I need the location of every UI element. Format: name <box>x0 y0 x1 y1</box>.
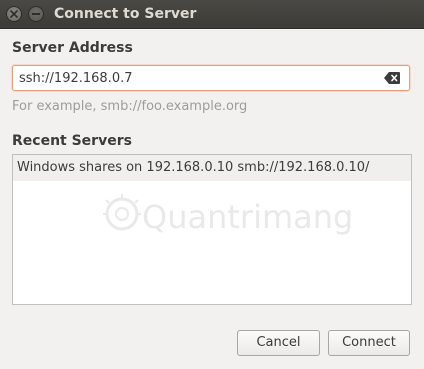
connect-button[interactable]: Connect <box>328 330 410 356</box>
minimize-icon <box>32 13 40 15</box>
server-address-hint: For example, smb://foo.example.org <box>12 99 248 114</box>
server-address-input[interactable] <box>19 69 374 87</box>
minimize-button[interactable] <box>28 6 44 22</box>
window-title: Connect to Server <box>54 6 197 22</box>
close-button[interactable] <box>6 6 22 22</box>
list-item[interactable]: Windows shares on 192.168.0.10 smb://192… <box>13 155 411 181</box>
list-item-label: Windows shares on 192.168.0.10 smb://192… <box>17 160 370 175</box>
server-address-field[interactable] <box>12 65 410 91</box>
watermark: Quantrimang <box>102 192 353 244</box>
watermark-text: Quantrimang <box>142 198 354 236</box>
cancel-button[interactable]: Cancel <box>237 330 320 356</box>
backspace-clear-icon[interactable] <box>384 72 400 84</box>
server-address-label: Server Address <box>12 40 133 56</box>
close-icon <box>10 10 18 18</box>
lightbulb-icon <box>103 194 141 231</box>
recent-servers-label: Recent Servers <box>12 133 132 149</box>
title-bar: Connect to Server <box>0 0 424 29</box>
